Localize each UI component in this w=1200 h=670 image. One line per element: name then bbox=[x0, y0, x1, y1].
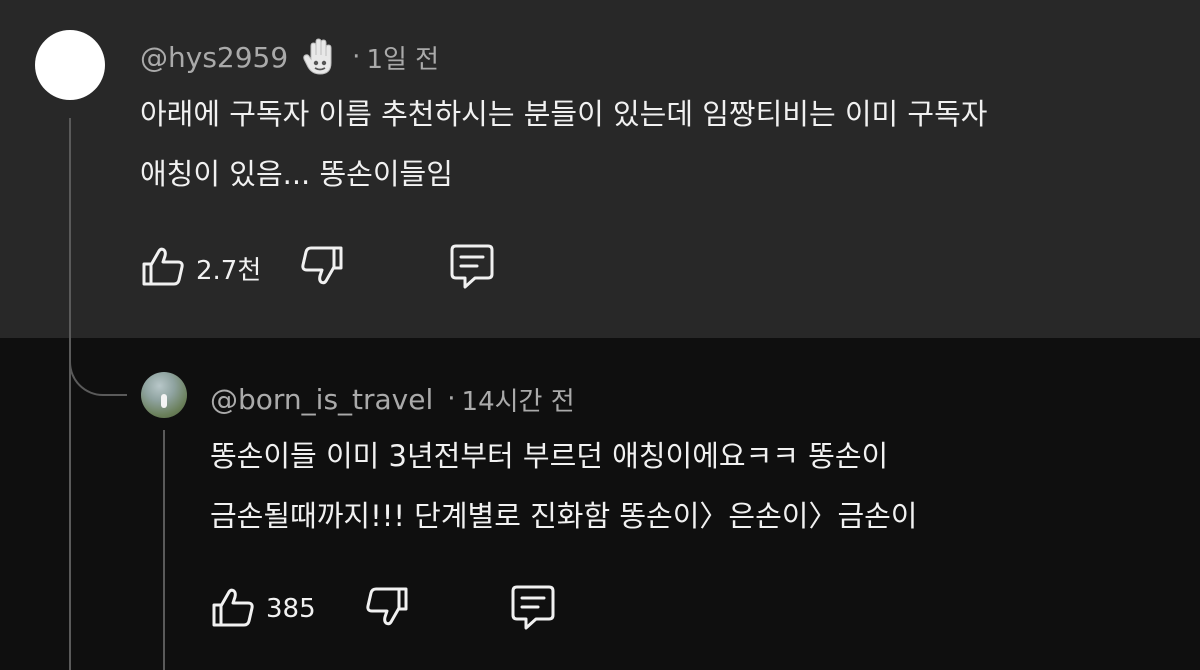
comment-icon bbox=[450, 244, 494, 289]
dislike-button[interactable] bbox=[364, 584, 410, 634]
reply-avatar[interactable] bbox=[141, 372, 187, 418]
thumbs-down-icon bbox=[365, 587, 408, 626]
reply-button[interactable] bbox=[508, 583, 558, 635]
thread-line bbox=[69, 118, 71, 670]
comment-author[interactable]: @hys2959 bbox=[140, 41, 288, 74]
reply-text: 똥손이들 이미 3년전부터 부르던 애칭이에요ㅋㅋ 똥손이 금손될때까지!!! … bbox=[210, 426, 918, 546]
comment-line: 아래에 구독자 이름 추천하시는 분들이 있는데 임짱티비는 이미 구독자 bbox=[140, 97, 988, 131]
avatar-figure bbox=[161, 394, 167, 408]
separator-dot: · bbox=[447, 384, 456, 414]
like-count: 385 bbox=[266, 594, 316, 624]
reply-thread-line bbox=[163, 430, 165, 670]
dislike-button[interactable] bbox=[299, 243, 345, 293]
reply-line: 똥손이들 이미 3년전부터 부르던 애칭이에요ㅋㅋ 똥손이 bbox=[210, 439, 889, 473]
reply-header: @born_is_travel · 14시간 전 bbox=[210, 378, 575, 420]
comment-icon bbox=[511, 585, 555, 630]
thumbs-down-icon bbox=[301, 246, 343, 285]
comment-text: 아래에 구독자 이름 추천하시는 분들이 있는데 임짱티비는 이미 구독자 애칭… bbox=[140, 84, 987, 204]
comment-actions: 2.7천 bbox=[140, 244, 497, 292]
reply-actions: 385 bbox=[210, 585, 558, 633]
like-button[interactable] bbox=[140, 243, 186, 293]
raised-hand-emoji-icon bbox=[303, 38, 332, 75]
thumbs-up-icon bbox=[142, 247, 184, 286]
comment-timestamp[interactable]: 1일 전 bbox=[366, 39, 439, 76]
avatar[interactable] bbox=[35, 30, 105, 100]
reply-line: 금손될때까지!!! 단계별로 진화함 똥손이〉은손이〉금손이 bbox=[210, 499, 918, 533]
like-count: 2.7천 bbox=[196, 255, 262, 286]
separator-dot: · bbox=[352, 42, 361, 72]
reply-timestamp[interactable]: 14시간 전 bbox=[462, 381, 575, 418]
comment-header: @hys2959 · 1일 전 bbox=[140, 36, 439, 78]
comment-line: 애칭이 있음... 똥손이들임 bbox=[140, 157, 453, 191]
reply-button[interactable] bbox=[447, 242, 497, 294]
thumbs-up-icon bbox=[212, 588, 254, 627]
like-button[interactable] bbox=[210, 584, 256, 634]
reply-author[interactable]: @born_is_travel bbox=[210, 383, 433, 416]
